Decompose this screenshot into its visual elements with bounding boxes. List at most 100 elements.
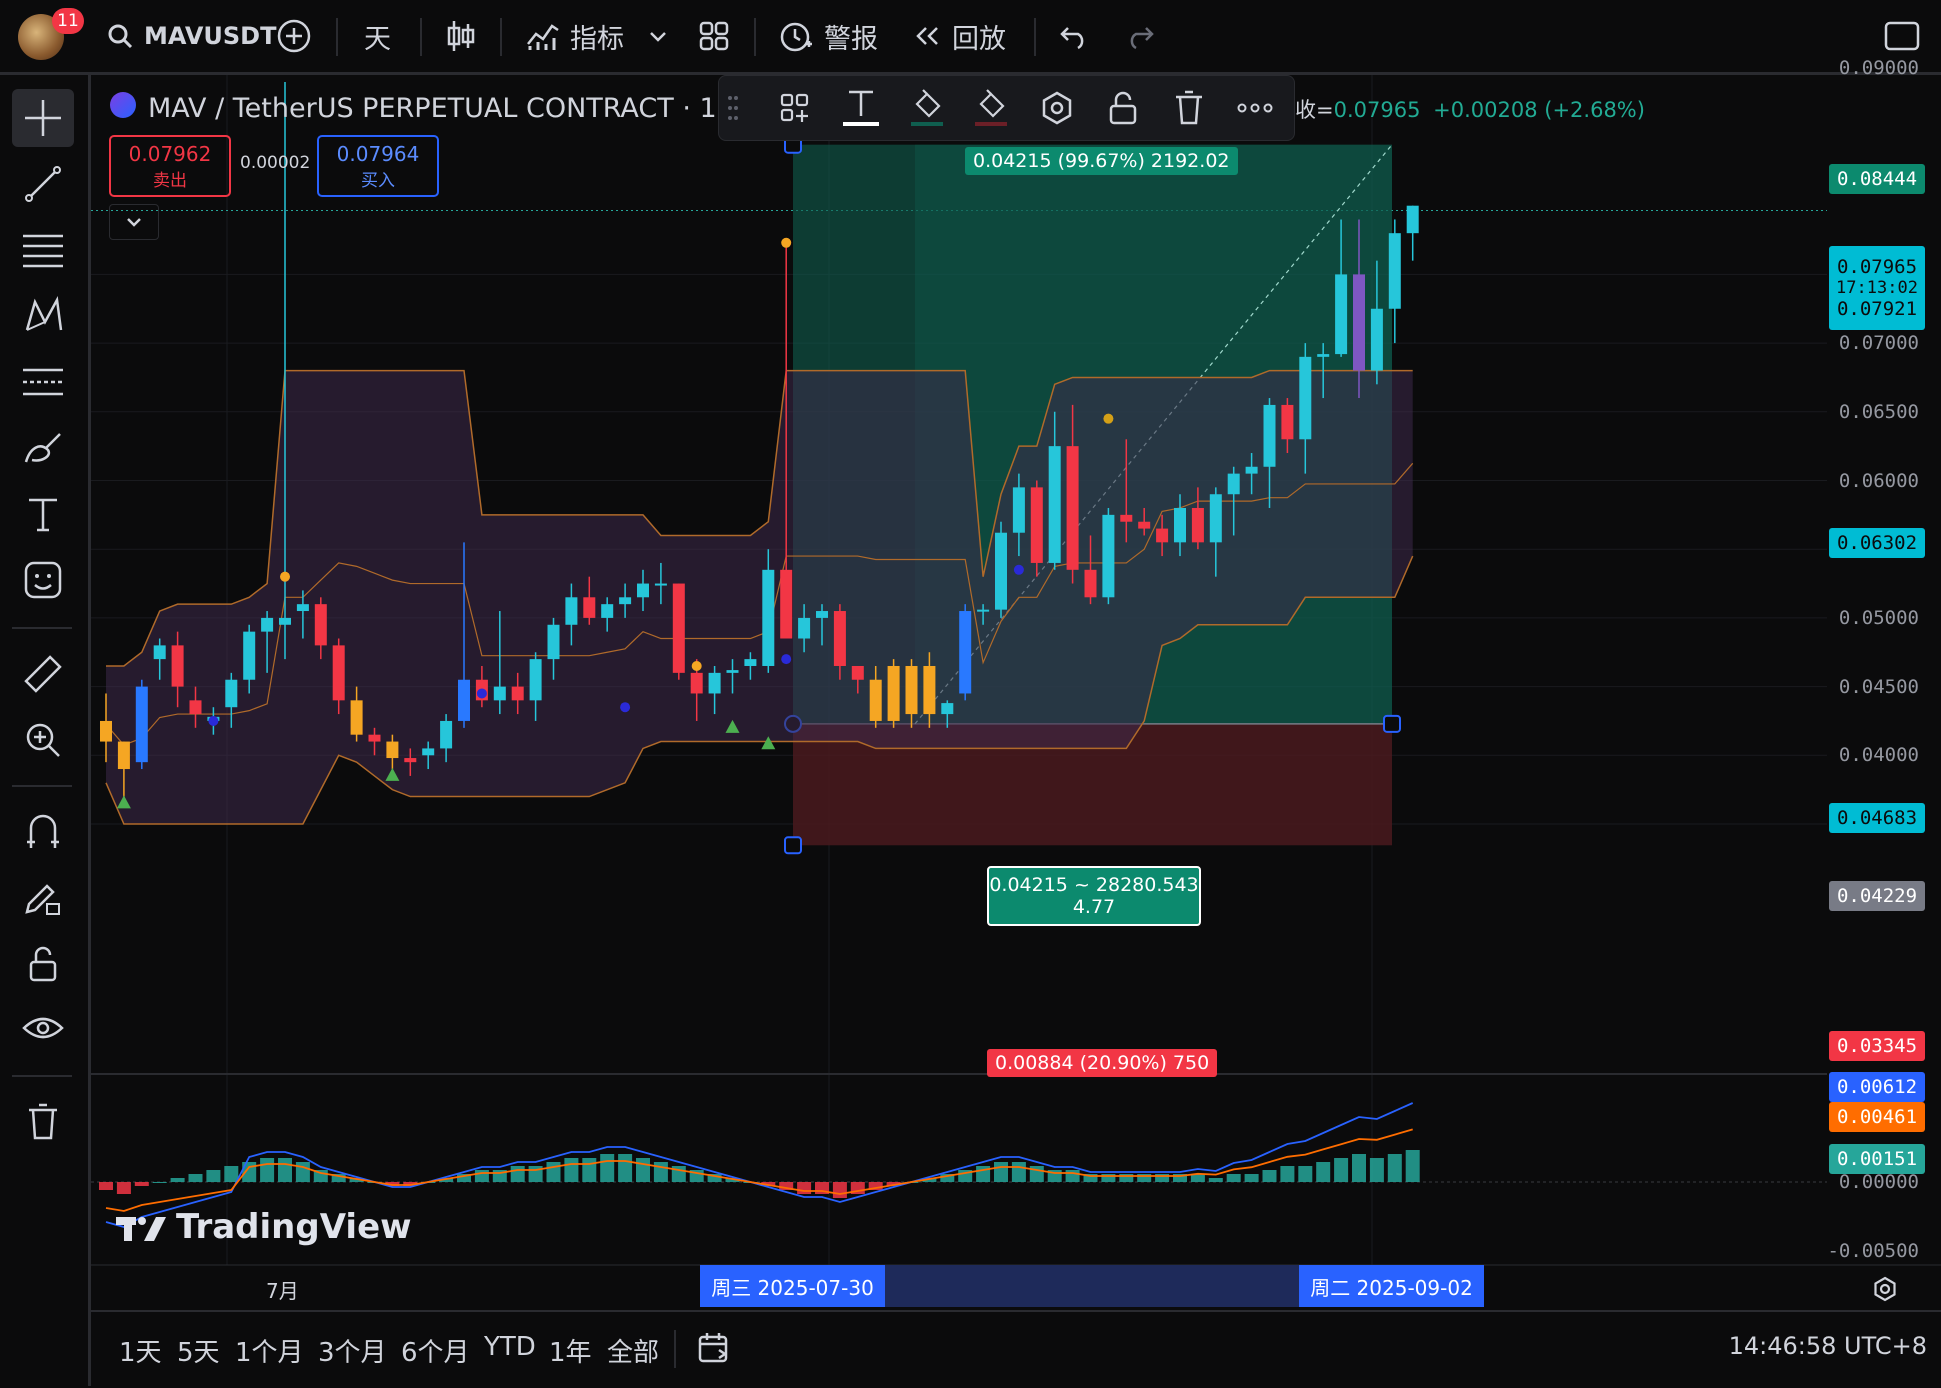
divider xyxy=(500,18,502,56)
entry-line1: 0.04215 ~ 28280.543 xyxy=(989,874,1199,896)
candle-body xyxy=(887,665,900,721)
candle-body xyxy=(690,672,703,694)
delete-drawings-tool[interactable] xyxy=(12,1093,74,1151)
trash-icon xyxy=(29,1103,57,1140)
zoom-tool[interactable] xyxy=(12,711,74,769)
notification-badge[interactable]: 11 xyxy=(52,8,84,34)
brush-tool[interactable] xyxy=(12,419,74,477)
candle-body xyxy=(583,597,596,618)
lock-button[interactable] xyxy=(1101,86,1145,130)
replay-button[interactable]: 回放 xyxy=(912,0,1006,72)
candle-body xyxy=(941,703,954,715)
legend-logo xyxy=(110,92,136,118)
range-6m[interactable]: 6个月 xyxy=(401,1332,470,1369)
emoji-tool[interactable] xyxy=(12,551,74,609)
macd-histogram-bar xyxy=(134,1182,149,1186)
price-axis-label: 0.05000 xyxy=(1838,606,1919,629)
bottom-toolbar: 1天 5天 1个月 3个月 6个月 YTD 1年 全部 14:46:58 UTC… xyxy=(91,1310,1941,1388)
text-tool[interactable] xyxy=(12,485,74,543)
candle-body xyxy=(1281,404,1294,440)
trend-line-tool[interactable] xyxy=(12,155,74,213)
lock-all-tool[interactable] xyxy=(12,935,74,993)
upper-band-tag: 0.06302 xyxy=(1829,528,1925,558)
range-ytd[interactable]: YTD xyxy=(484,1332,536,1362)
macd-line-tag: 0.00612 xyxy=(1829,1072,1925,1102)
visibility-tool[interactable] xyxy=(12,1001,74,1059)
target-price-tag: 0.08444 xyxy=(1829,164,1925,194)
macd-histogram-bar xyxy=(1262,1170,1277,1182)
alarm-clock-icon xyxy=(780,22,812,52)
candle-body xyxy=(1245,466,1258,474)
lock-drawing-tool[interactable] xyxy=(12,869,74,927)
entry-line2: 4.77 xyxy=(1072,896,1116,918)
fib-tool[interactable] xyxy=(12,221,74,279)
collapse-legend-button[interactable] xyxy=(109,204,159,240)
crosshair-tool[interactable] xyxy=(12,89,74,147)
range-3m[interactable]: 3个月 xyxy=(318,1332,387,1369)
candle-body xyxy=(762,569,775,666)
range-5d[interactable]: 5天 xyxy=(177,1332,220,1369)
brush-icon xyxy=(24,433,61,463)
target-label[interactable]: 0.04215 (99.67%) 2192.02 xyxy=(965,147,1238,175)
pattern-tool[interactable] xyxy=(12,287,74,345)
buy-button[interactable]: 0.07964 买入 xyxy=(317,135,439,197)
alert-button[interactable]: 警报 xyxy=(778,0,878,72)
drag-handle[interactable] xyxy=(723,86,743,130)
axis-settings-button[interactable] xyxy=(1872,1276,1898,1302)
candle-body xyxy=(1191,507,1204,543)
candle-body xyxy=(171,645,184,687)
date-range-button[interactable] xyxy=(697,1330,733,1366)
candle-body xyxy=(1012,487,1025,533)
indicators-button[interactable]: 指标 xyxy=(526,0,624,72)
range-1y[interactable]: 1年 xyxy=(549,1332,592,1369)
range-1m[interactable]: 1个月 xyxy=(235,1332,304,1369)
candle-body xyxy=(279,617,291,625)
compare-button[interactable] xyxy=(276,0,312,72)
signal-line-tag: 0.00461 xyxy=(1829,1102,1925,1132)
redo-button[interactable] xyxy=(1124,0,1156,72)
entry-label[interactable]: 0.04215 ~ 28280.543 4.77 xyxy=(987,866,1201,926)
signal-dot xyxy=(620,702,631,713)
loss-fill-button[interactable] xyxy=(969,86,1013,130)
signal-dot xyxy=(1013,564,1024,575)
candle-body xyxy=(189,700,202,715)
interval-button[interactable]: 天 xyxy=(364,0,391,72)
candle-body xyxy=(654,583,667,586)
magnet-tool[interactable] xyxy=(12,803,74,861)
price-chart[interactable] xyxy=(91,75,1941,1310)
measure-tool[interactable] xyxy=(12,645,74,703)
chart-type-button[interactable] xyxy=(446,0,476,72)
symbol-search[interactable]: MAVUSDT xyxy=(106,0,276,72)
range-1d[interactable]: 1天 xyxy=(119,1332,162,1369)
delete-button[interactable] xyxy=(1167,86,1211,130)
candle-body xyxy=(529,659,542,701)
undo-button[interactable] xyxy=(1058,0,1090,72)
add-template-icon xyxy=(780,93,809,122)
divider xyxy=(12,785,72,787)
last-price-tag: 0.07965 17:13:02 0.07921 xyxy=(1829,246,1925,330)
candle-body xyxy=(637,583,649,598)
candle-body xyxy=(225,679,238,708)
more-button[interactable] xyxy=(1233,86,1277,130)
settings-button[interactable] xyxy=(1035,86,1079,130)
profit-fill-button[interactable] xyxy=(905,86,949,130)
candle-body xyxy=(601,604,614,618)
stop-label[interactable]: 0.00884 (20.90%) 750 xyxy=(987,1049,1218,1077)
window-icon xyxy=(1884,21,1920,51)
template-button[interactable] xyxy=(773,86,817,130)
clock[interactable]: 14:46:58 UTC+8 xyxy=(1729,1332,1927,1360)
price-axis-label: 0.04500 xyxy=(1838,675,1919,698)
forecast-tool[interactable] xyxy=(12,353,74,411)
layouts-button[interactable] xyxy=(698,0,730,72)
last-price-2: 0.07921 xyxy=(1836,298,1918,320)
search-icon xyxy=(108,24,133,49)
macd-histogram-bar xyxy=(1280,1166,1295,1182)
text-color-button[interactable] xyxy=(839,86,883,130)
top-toolbar: 11 MAVUSDT 天 指标 警报 回放 xyxy=(0,0,1941,75)
range-all[interactable]: 全部 xyxy=(607,1332,659,1369)
candle-body xyxy=(511,686,524,701)
candle-body xyxy=(1370,308,1383,371)
sell-button[interactable]: 0.07962 卖出 xyxy=(109,135,231,197)
indicators-dropdown[interactable] xyxy=(648,0,668,72)
middle-band-tag: 0.04683 xyxy=(1829,803,1925,833)
